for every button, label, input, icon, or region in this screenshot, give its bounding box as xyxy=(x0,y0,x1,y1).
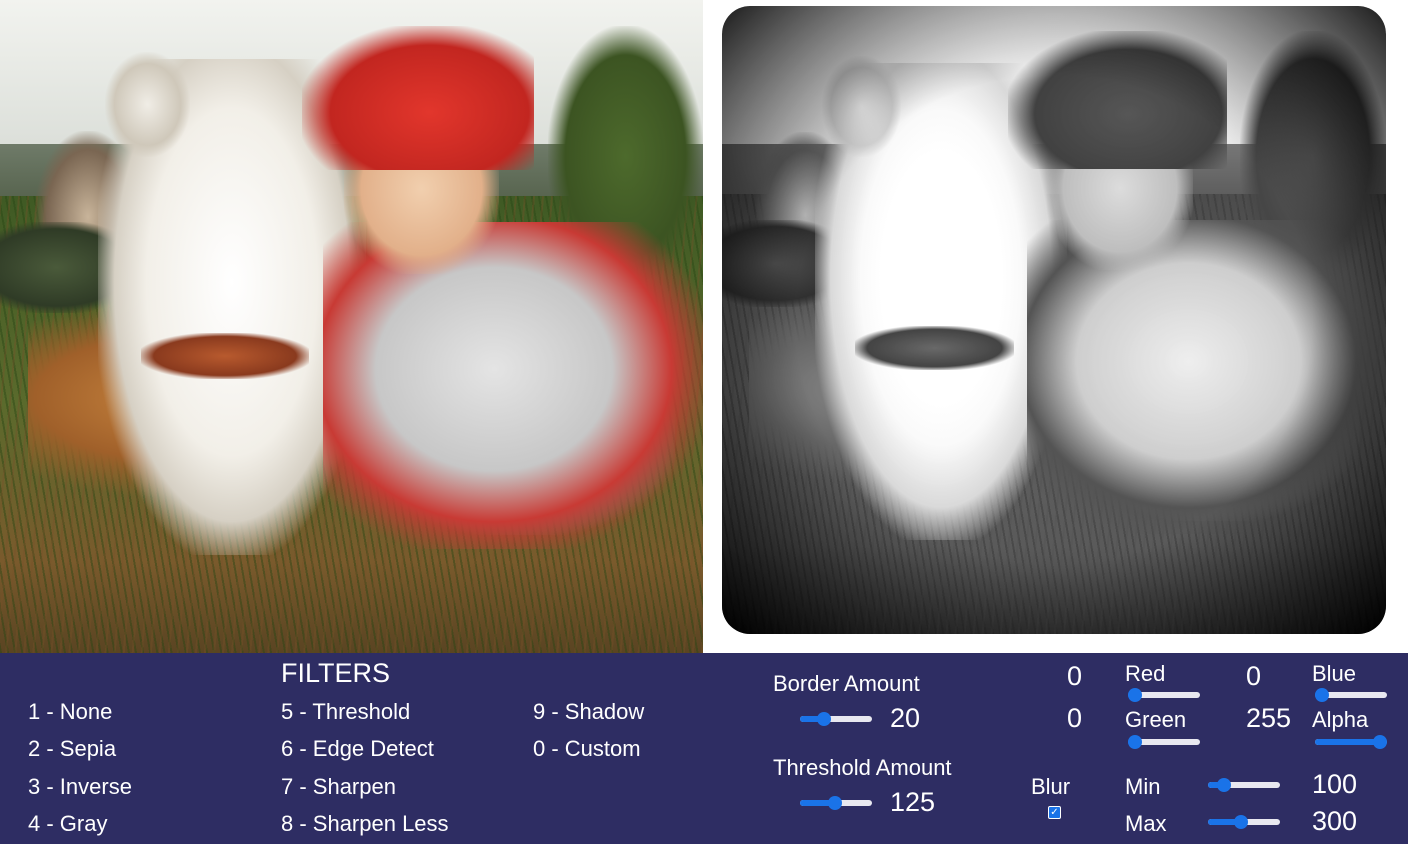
blur-label: Blur xyxy=(1031,774,1071,799)
filter-item-custom[interactable]: 0 - Custom xyxy=(533,738,641,760)
border-amount-value: 20 xyxy=(890,703,921,733)
slider-thumb[interactable] xyxy=(1315,688,1329,702)
threshold-amount-label: Threshold Amount xyxy=(773,755,952,780)
filters-title: FILTERS xyxy=(281,658,391,688)
filter-item-inverse[interactable]: 3 - Inverse xyxy=(28,776,132,798)
blue-label: Blue xyxy=(1312,661,1357,686)
filter-item-edge-detect[interactable]: 6 - Edge Detect xyxy=(281,738,434,760)
slider-thumb[interactable] xyxy=(817,712,832,726)
green-label: Green xyxy=(1125,707,1187,732)
border-amount-label: Border Amount xyxy=(773,671,920,696)
alpha-value: 255 xyxy=(1246,703,1292,733)
green-slider[interactable] xyxy=(1128,735,1200,749)
blue-value: 0 xyxy=(1246,661,1262,691)
border-amount-slider[interactable] xyxy=(800,712,872,726)
blur-checkbox[interactable]: ✓ xyxy=(1048,806,1061,819)
filter-item-sharpen[interactable]: 7 - Sharpen xyxy=(281,776,396,798)
filter-item-gray[interactable]: 4 - Gray xyxy=(28,813,107,835)
photo-scene-filtered xyxy=(722,6,1386,634)
photo-scene xyxy=(0,0,703,653)
threshold-amount-slider[interactable] xyxy=(800,796,872,810)
alpha-slider[interactable] xyxy=(1315,735,1387,749)
red-slider[interactable] xyxy=(1128,688,1200,702)
filter-item-none[interactable]: 1 - None xyxy=(28,701,112,723)
slider-thumb[interactable] xyxy=(828,796,843,810)
max-label: Max xyxy=(1125,811,1167,836)
max-value: 300 xyxy=(1312,806,1358,836)
green-value: 0 xyxy=(1067,703,1083,733)
filter-item-threshold[interactable]: 5 - Threshold xyxy=(281,701,410,723)
max-slider[interactable] xyxy=(1208,815,1280,829)
slider-thumb[interactable] xyxy=(1128,735,1142,749)
filter-item-shadow[interactable]: 9 - Shadow xyxy=(533,701,644,723)
slider-thumb[interactable] xyxy=(1216,778,1231,792)
filtered-image xyxy=(722,6,1386,634)
min-value: 100 xyxy=(1312,769,1358,799)
filter-item-sharpen-less[interactable]: 8 - Sharpen Less xyxy=(281,813,449,835)
alpha-label: Alpha xyxy=(1312,707,1369,732)
red-value: 0 xyxy=(1067,661,1083,691)
min-label: Min xyxy=(1125,774,1161,799)
original-image xyxy=(0,0,703,653)
blue-slider[interactable] xyxy=(1315,688,1387,702)
control-panel: FILTERS 1 - None 2 - Sepia 3 - Inverse 4… xyxy=(0,653,1408,844)
min-slider[interactable] xyxy=(1208,778,1280,792)
filter-item-sepia[interactable]: 2 - Sepia xyxy=(28,738,116,760)
slider-thumb[interactable] xyxy=(1234,815,1249,829)
slider-thumb[interactable] xyxy=(1128,688,1142,702)
slider-thumb[interactable] xyxy=(1373,735,1387,749)
red-label: Red xyxy=(1125,661,1166,686)
threshold-amount-value: 125 xyxy=(890,787,936,817)
